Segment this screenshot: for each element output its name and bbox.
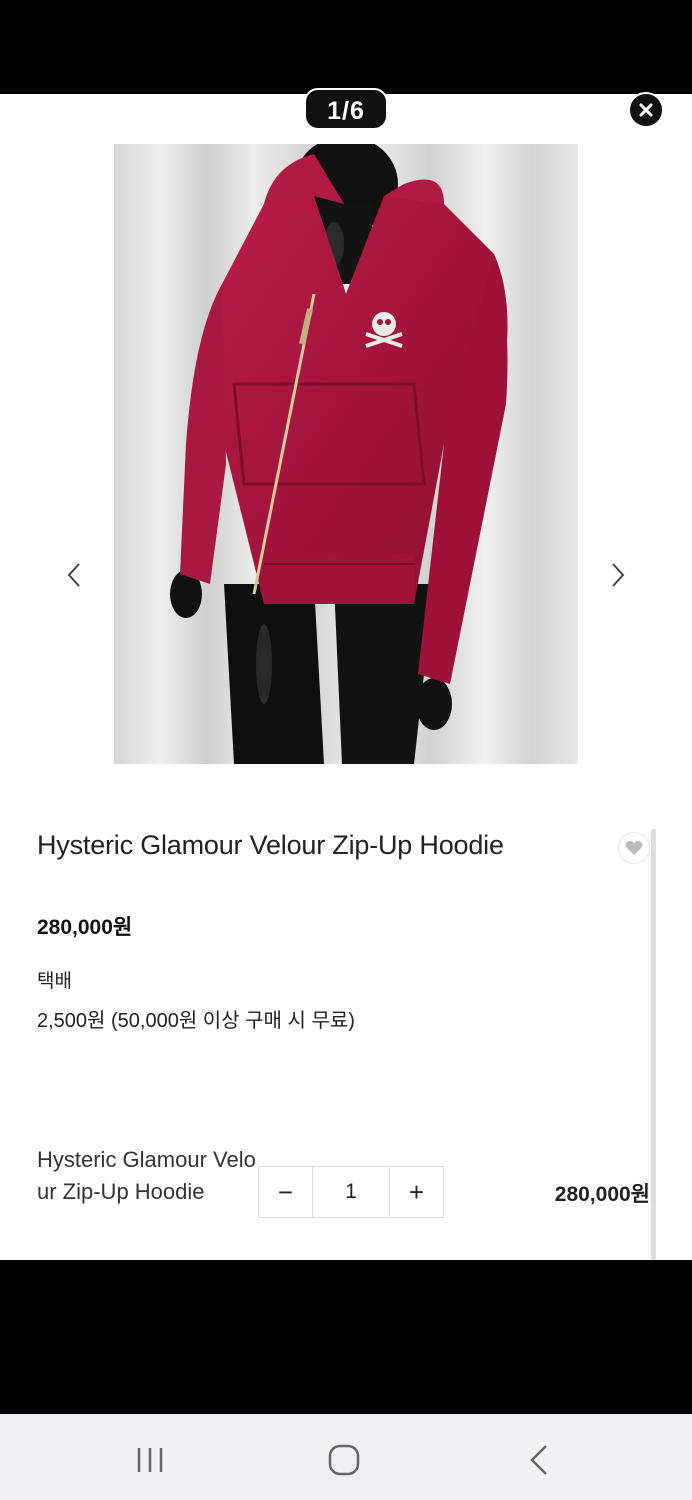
option-name: Hysteric Glamour Velour Zip-Up Hoodie (37, 1147, 256, 1204)
home-icon (328, 1444, 360, 1476)
option-price: 280,000원 (554, 1183, 650, 1206)
chevron-left-icon (67, 563, 80, 587)
shipping-label: 택배 (37, 971, 72, 992)
prev-image-button[interactable] (62, 554, 86, 596)
back-button[interactable] (514, 1440, 564, 1480)
close-button[interactable] (628, 92, 664, 128)
product-photo[interactable] (114, 144, 578, 764)
recent-apps-button[interactable] (125, 1440, 175, 1480)
increase-quantity-button[interactable]: + (390, 1167, 443, 1217)
close-icon (639, 103, 653, 117)
chevron-right-icon (612, 563, 625, 587)
scrollbar[interactable] (651, 829, 656, 1260)
wishlist-button[interactable] (618, 832, 650, 864)
home-button[interactable] (319, 1440, 369, 1480)
recent-apps-icon (137, 1448, 163, 1472)
quantity-stepper: − 1 + (258, 1166, 444, 1218)
status-bar-area (0, 0, 692, 94)
shipping-fee: 2,500원 (50,000원 이상 구매 시 무료) (37, 1010, 355, 1032)
decrease-quantity-button[interactable]: − (259, 1167, 312, 1217)
next-image-button[interactable] (606, 554, 630, 596)
product-sheet: Hysteric Glamour Velour Zip-Up Hoodie 28… (0, 94, 692, 1260)
heart-icon (625, 841, 643, 855)
image-counter: 1/6 (304, 88, 388, 130)
back-icon (530, 1445, 547, 1475)
product-price: 280,000원 (37, 916, 133, 939)
product-title: Hysteric Glamour Velour Zip-Up Hoodie (37, 830, 504, 860)
quantity-value[interactable]: 1 (312, 1167, 390, 1217)
